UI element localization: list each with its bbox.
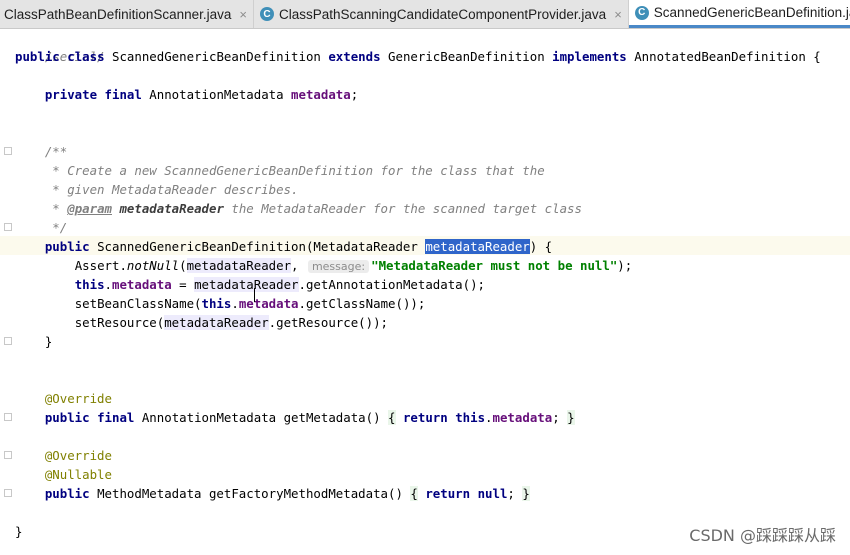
tab-classpath-bean-definition-scanner[interactable]: ClassPathBeanDefinitionScanner.java × <box>0 0 254 28</box>
parameter-hint: message: <box>307 260 370 273</box>
javadoc-line: * given MetadataReader describes. <box>44 182 299 197</box>
code-line-method: public final AnnotationMetadata getMetad… <box>44 410 575 425</box>
fold-marker-icon[interactable] <box>4 223 12 231</box>
code-line: setResource(metadataReader.getResource()… <box>74 315 389 330</box>
java-class-icon: C <box>634 5 649 20</box>
code-line: } <box>15 524 23 539</box>
code-line-class-declaration: public class ScannedGenericBeanDefinitio… <box>15 49 821 64</box>
code-line-field: private final AnnotationMetadata metadat… <box>44 87 359 102</box>
javadoc-line: * @param metadataReader the MetadataRead… <box>44 201 582 216</box>
code-line-annotation: @Nullable <box>44 467 112 482</box>
tab-classpath-scanning-candidate-component-provider[interactable]: C ClassPathScanningCandidateComponentPro… <box>254 0 629 28</box>
tab-label: ClassPathScanningCandidateComponentProvi… <box>278 6 607 22</box>
fold-marker-icon[interactable] <box>4 337 12 345</box>
code-line: setBeanClassName(this.metadata.getClassN… <box>74 296 426 311</box>
code-line-constructor: public ScannedGenericBeanDefinition(Meta… <box>44 239 553 254</box>
editor-tab-bar: ClassPathBeanDefinitionScanner.java × C … <box>0 0 850 29</box>
tab-label: ClassPathBeanDefinitionScanner.java <box>4 6 232 22</box>
fold-marker-icon[interactable] <box>4 147 12 155</box>
close-icon[interactable]: × <box>239 7 247 22</box>
editor-gutter <box>0 29 14 555</box>
code-line: this.metadata = metadataReader.getAnnota… <box>74 277 486 292</box>
code-line-method: public MethodMetadata getFactoryMethodMe… <box>44 486 530 501</box>
fold-marker-icon[interactable] <box>4 413 12 421</box>
javadoc-line: */ <box>44 220 68 235</box>
fold-marker-icon[interactable] <box>4 451 12 459</box>
code-line: /serial/ <box>44 49 105 64</box>
tab-scanned-generic-bean-definition[interactable]: C ScannedGenericBeanDefinition.ja <box>628 0 850 28</box>
tab-label: ScannedGenericBeanDefinition.ja <box>653 5 850 20</box>
selected-identifier[interactable]: metadataReader <box>425 239 530 254</box>
javadoc-line: /** <box>44 144 68 159</box>
code-line: Assert.notNull(metadataReader, message: "… <box>74 258 633 273</box>
close-icon[interactable]: × <box>614 7 622 22</box>
code-line-annotation: @Override <box>44 448 112 463</box>
watermark: CSDN @踩踩踩从踩 <box>689 526 836 545</box>
javadoc-line: * Create a new ScannedGenericBeanDefinit… <box>44 163 545 178</box>
java-class-icon: C <box>259 7 274 21</box>
fold-marker-icon[interactable] <box>4 489 12 497</box>
text-cursor-icon <box>254 288 255 302</box>
code-line: } <box>44 334 53 349</box>
code-line-annotation: @Override <box>44 391 112 406</box>
